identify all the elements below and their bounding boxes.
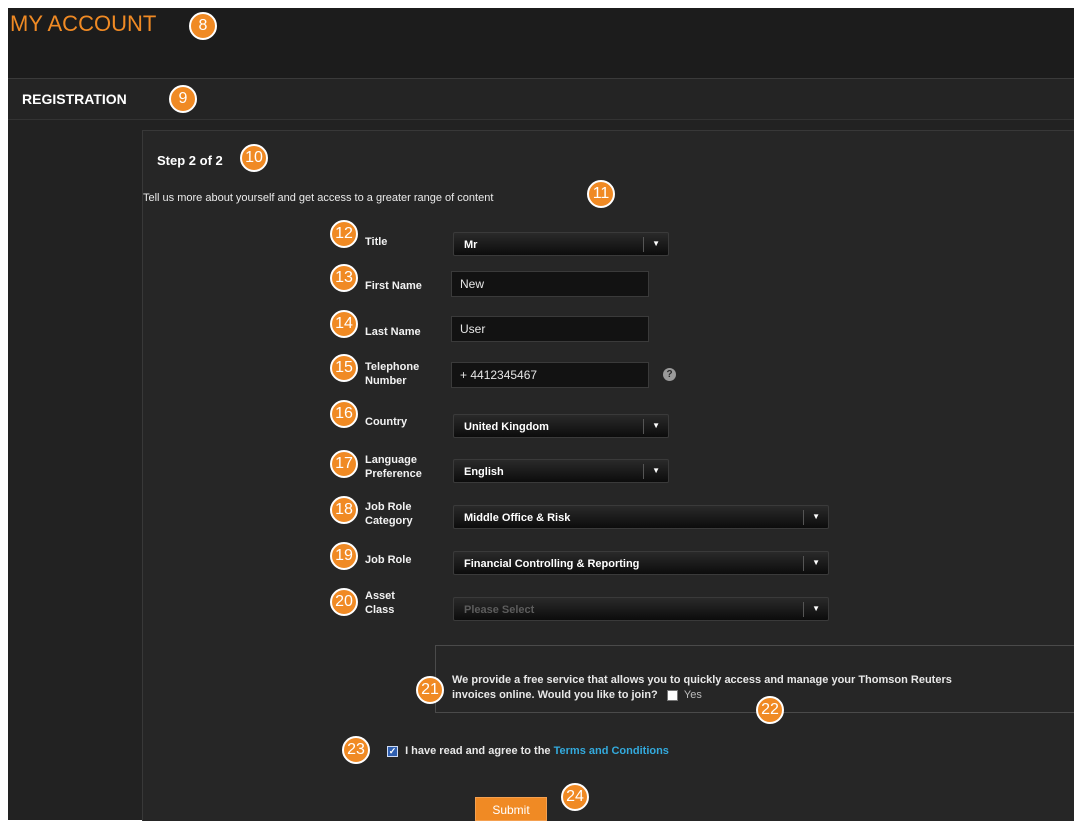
select-divider bbox=[643, 464, 644, 479]
asset-class-select[interactable]: Please Select ▼ bbox=[453, 597, 829, 621]
invoice-service-box: We provide a free service that allows yo… bbox=[435, 645, 1074, 713]
terms-text: I have read and agree to the bbox=[405, 745, 551, 757]
annotation-badge: 13 bbox=[330, 264, 358, 292]
annotation-badge: 20 bbox=[330, 588, 358, 616]
section-bar: REGISTRATION bbox=[8, 79, 1074, 120]
help-icon[interactable]: ? bbox=[663, 368, 676, 381]
annotation-badge: 24 bbox=[561, 783, 589, 811]
chevron-down-icon: ▼ bbox=[812, 604, 820, 613]
submit-button[interactable]: Submit bbox=[475, 797, 547, 821]
country-select[interactable]: United Kingdom ▼ bbox=[453, 414, 669, 438]
select-divider bbox=[803, 556, 804, 571]
telephone-label-line1: Telephone bbox=[365, 361, 420, 373]
intro-text: Tell us more about yourself and get acce… bbox=[143, 192, 494, 204]
language-select-value: English bbox=[464, 466, 504, 478]
telephone-field[interactable]: + 4412345467 bbox=[451, 362, 649, 388]
job-role-category-label-line1: Job Role bbox=[365, 501, 412, 513]
select-divider bbox=[803, 602, 804, 617]
annotation-badge: 9 bbox=[169, 85, 197, 113]
chevron-down-icon: ▼ bbox=[652, 421, 660, 430]
language-select[interactable]: English ▼ bbox=[453, 459, 669, 483]
job-role-category-select-value: Middle Office & Risk bbox=[464, 512, 571, 524]
job-role-category-select[interactable]: Middle Office & Risk ▼ bbox=[453, 505, 829, 529]
language-label: Language Preference bbox=[365, 453, 422, 481]
job-role-label: Job Role bbox=[365, 554, 412, 566]
job-role-category-label-line2: Category bbox=[365, 515, 413, 527]
annotation-badge: 15 bbox=[330, 354, 358, 382]
country-select-value: United Kingdom bbox=[464, 421, 549, 433]
job-role-select-value: Financial Controlling & Reporting bbox=[464, 558, 640, 570]
terms-link[interactable]: Terms and Conditions bbox=[554, 745, 669, 757]
chevron-down-icon: ▼ bbox=[652, 466, 660, 475]
first-name-field[interactable]: New bbox=[451, 271, 649, 297]
title-select[interactable]: Mr ▼ bbox=[453, 232, 669, 256]
invoice-text-question: invoices online. Would you like to join? bbox=[452, 689, 658, 701]
page-header: MY ACCOUNT bbox=[8, 8, 1074, 79]
annotation-badge: 19 bbox=[330, 542, 358, 570]
annotation-badge: 12 bbox=[330, 220, 358, 248]
invoice-text-line1: We provide a free service that allows yo… bbox=[452, 674, 952, 686]
job-role-category-label: Job Role Category bbox=[365, 500, 413, 528]
title-label: Title bbox=[365, 236, 388, 248]
telephone-label: Telephone Number bbox=[365, 360, 419, 388]
select-divider bbox=[643, 237, 644, 252]
language-label-line1: Language bbox=[365, 454, 417, 466]
chevron-down-icon: ▼ bbox=[812, 512, 820, 521]
invoice-yes-label: Yes bbox=[683, 689, 702, 701]
telephone-label-line2: Number bbox=[365, 375, 407, 387]
title-select-value: Mr bbox=[464, 239, 478, 251]
annotation-badge: 23 bbox=[342, 736, 370, 764]
terms-row: ✓ I have read and agree to the Terms and… bbox=[387, 745, 669, 757]
page-title: MY ACCOUNT bbox=[10, 11, 157, 36]
annotation-badge: 22 bbox=[756, 696, 784, 724]
asset-class-placeholder: Please Select bbox=[464, 604, 535, 616]
asset-class-label-line1: Asset bbox=[365, 590, 395, 602]
select-divider bbox=[803, 510, 804, 525]
annotation-badge: 16 bbox=[330, 400, 358, 428]
page-frame: MY ACCOUNT REGISTRATION Step 2 of 2 Tell… bbox=[8, 8, 1074, 821]
first-name-label: First Name bbox=[365, 280, 422, 292]
annotation-badge: 8 bbox=[189, 12, 217, 40]
registration-form: Step 2 of 2 Tell us more about yourself … bbox=[142, 130, 1074, 821]
invoice-yes-checkbox[interactable] bbox=[666, 689, 678, 701]
annotation-badge: 18 bbox=[330, 496, 358, 524]
language-label-line2: Preference bbox=[365, 468, 422, 480]
annotation-badge: 10 bbox=[240, 144, 268, 172]
chevron-down-icon: ▼ bbox=[652, 239, 660, 248]
country-label: Country bbox=[365, 416, 408, 428]
annotation-badge: 21 bbox=[416, 676, 444, 704]
annotation-badge: 11 bbox=[587, 180, 615, 208]
last-name-field[interactable]: User bbox=[451, 316, 649, 342]
annotation-badge: 14 bbox=[330, 310, 358, 338]
last-name-label: Last Name bbox=[365, 326, 421, 338]
select-divider bbox=[643, 419, 644, 434]
asset-class-label: Asset Class bbox=[365, 589, 395, 617]
job-role-select[interactable]: Financial Controlling & Reporting ▼ bbox=[453, 551, 829, 575]
asset-class-label-line2: Class bbox=[365, 604, 395, 616]
section-title: REGISTRATION bbox=[22, 91, 127, 107]
chevron-down-icon: ▼ bbox=[812, 558, 820, 567]
terms-checkbox[interactable]: ✓ bbox=[387, 745, 398, 757]
step-indicator: Step 2 of 2 bbox=[157, 153, 223, 168]
annotation-badge: 17 bbox=[330, 450, 358, 478]
